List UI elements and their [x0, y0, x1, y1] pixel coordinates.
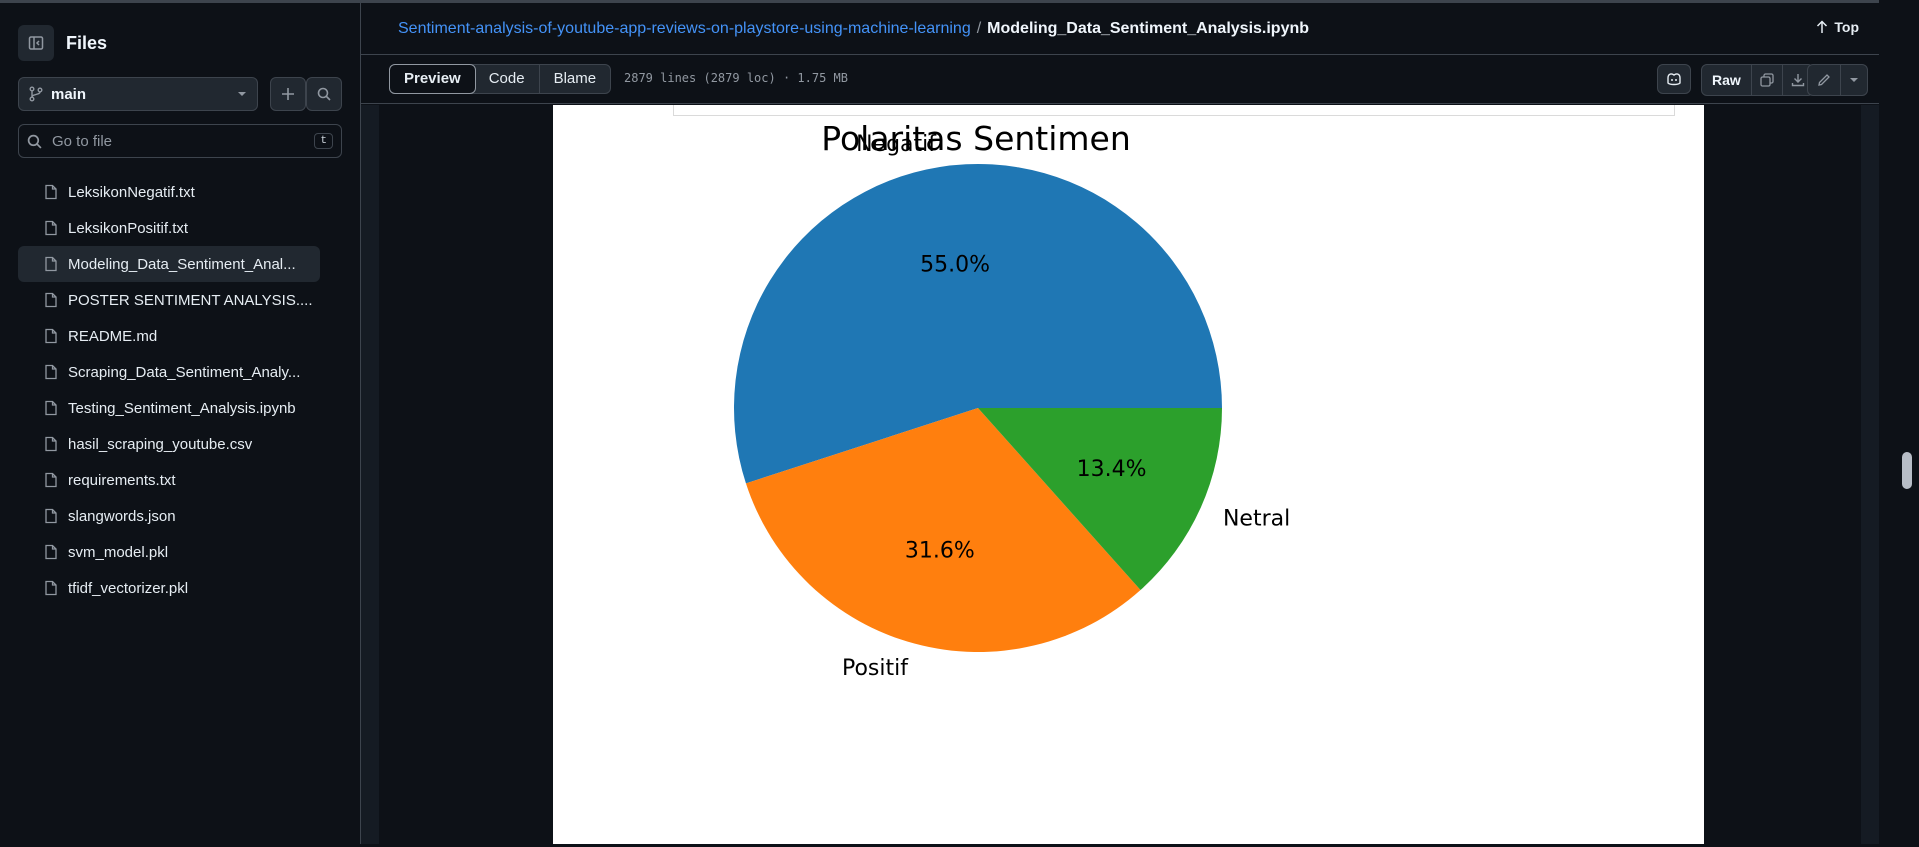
file-toolbar: Preview Code Blame 2879 lines (2879 loc)…	[361, 56, 1879, 104]
sidebar-header: Files	[18, 25, 107, 61]
file-tree-item[interactable]: LeksikonNegatif.txt	[18, 174, 320, 210]
arrow-up-icon	[1817, 20, 1828, 33]
raw-button[interactable]: Raw	[1702, 65, 1751, 95]
pie-category-label: Netral	[1223, 507, 1290, 532]
tab-code[interactable]: Code	[475, 65, 539, 93]
file-name: Testing_Sentiment_Analysis.ipynb	[68, 399, 296, 417]
file-list: LeksikonNegatif.txt LeksikonPositif.txt Mo…	[18, 174, 340, 606]
file-name: requirements.txt	[68, 471, 176, 489]
file-icon	[45, 508, 57, 524]
pie-category-label: Negatif	[856, 132, 937, 157]
sidebar-collapse-icon	[28, 36, 44, 50]
file-tree-item[interactable]: POSTER SENTIMENT ANALYSIS....	[18, 282, 320, 318]
download-icon	[1791, 74, 1804, 87]
add-file-button[interactable]	[270, 77, 306, 111]
page-scrollbar-track[interactable]	[1879, 0, 1919, 844]
view-mode-segmented-control: Preview Code Blame	[389, 64, 612, 94]
file-icon	[45, 436, 57, 452]
keyboard-shortcut-badge: t	[314, 133, 333, 149]
file-name: Scraping_Data_Sentiment_Analy...	[68, 363, 301, 381]
branch-selector[interactable]: main	[18, 77, 258, 111]
pie-category-label: Positif	[842, 656, 909, 681]
file-tree-item[interactable]: slangwords.json	[18, 498, 320, 534]
previous-output-frame	[673, 105, 1675, 116]
copilot-button[interactable]	[1657, 64, 1691, 94]
file-name: tfidf_vectorizer.pkl	[68, 579, 189, 597]
copy-icon	[1760, 73, 1774, 87]
top-label: Top	[1834, 19, 1859, 35]
file-tree-item[interactable]: LeksikonPositif.txt	[18, 210, 320, 246]
file-tree-item[interactable]: Testing_Sentiment_Analysis.ipynb	[18, 390, 320, 426]
raw-actions-group: Raw	[1701, 64, 1814, 96]
pie-percent-label: 55.0%	[920, 252, 990, 277]
copilot-icon	[1667, 73, 1681, 86]
file-icon	[45, 256, 57, 272]
file-icon	[45, 364, 57, 380]
go-to-file-input[interactable]	[50, 131, 307, 151]
edit-file-button[interactable]	[1808, 65, 1840, 95]
pencil-icon	[1818, 74, 1830, 86]
collapse-sidebar-button[interactable]	[18, 25, 54, 61]
top-button[interactable]: Top	[1816, 19, 1859, 35]
file-icon	[45, 328, 57, 344]
file-icon	[45, 184, 57, 200]
breadcrumb-repo-link[interactable]: Sentiment-analysis-of-youtube-app-review…	[398, 20, 971, 38]
branch-name: main	[51, 85, 87, 103]
file-name: README.md	[68, 327, 158, 345]
file-tree-sidebar: Files main t LeksikonNegatif.txtLeksikon…	[0, 3, 361, 844]
file-icon	[45, 292, 57, 308]
file-name: LeksikonNegatif.txt	[68, 183, 195, 201]
file-tree-item[interactable]: requirements.txt	[18, 462, 320, 498]
file-icon	[45, 400, 57, 416]
file-name: hasil_scraping_youtube.csv	[68, 435, 253, 453]
file-tree-item[interactable]: tfidf_vectorizer.pkl	[18, 570, 320, 606]
search-button[interactable]	[306, 77, 342, 111]
pie-percent-label: 13.4%	[1077, 457, 1147, 482]
file-icon	[45, 544, 57, 560]
search-icon	[27, 134, 42, 149]
go-to-file-field[interactable]: t	[18, 124, 342, 158]
sentiment-pie-chart: Polaritas Sentimen 55.0%Negatif31.6%Posi…	[734, 119, 1290, 681]
tab-blame[interactable]: Blame	[538, 65, 611, 93]
chevron-down-icon	[1850, 78, 1858, 82]
file-tree-item[interactable]: svm_model.pkl	[18, 534, 320, 570]
breadcrumb-separator: /	[976, 19, 982, 37]
plus-icon	[282, 88, 294, 100]
chevron-down-icon	[238, 92, 246, 96]
file-name: Modeling_Data_Sentiment_Anal...	[68, 255, 296, 273]
more-edit-options-button[interactable]	[1840, 65, 1867, 95]
file-header: Sentiment-analysis-of-youtube-app-review…	[361, 3, 1879, 55]
file-tree-item[interactable]: Modeling_Data_Sentiment_Anal...	[18, 246, 320, 282]
file-name: POSTER SENTIMENT ANALYSIS....	[68, 291, 313, 309]
file-name: svm_model.pkl	[68, 543, 169, 561]
page-scrollbar-thumb[interactable]	[1902, 452, 1912, 489]
pie-slices	[734, 163, 1222, 652]
file-tree-item[interactable]: hasil_scraping_youtube.csv	[18, 426, 320, 462]
edit-actions-group	[1807, 64, 1868, 96]
file-info: 2879 lines (2879 loc) · 1.75 MB	[624, 71, 848, 85]
breadcrumb-file-name: Modeling_Data_Sentiment_Analysis.ipynb	[987, 19, 1310, 37]
file-name: slangwords.json	[68, 507, 176, 525]
file-tree-item[interactable]: Scraping_Data_Sentiment_Analy...	[18, 354, 320, 390]
notebook-output: Polaritas Sentimen 55.0% Negatif 31.6% Posi…	[553, 105, 1704, 844]
file-icon	[45, 472, 57, 488]
copy-raw-button[interactable]	[1750, 65, 1782, 95]
file-name: LeksikonPositif.txt	[68, 219, 189, 237]
sidebar-title: Files	[66, 32, 108, 53]
tab-preview[interactable]: Preview	[389, 64, 476, 94]
file-icon	[45, 220, 57, 236]
git-branch-icon	[29, 86, 43, 102]
file-tree-item[interactable]: README.md	[18, 318, 320, 354]
pie-percent-label: 31.6%	[905, 538, 975, 563]
search-icon	[317, 87, 331, 101]
file-icon	[45, 580, 57, 596]
